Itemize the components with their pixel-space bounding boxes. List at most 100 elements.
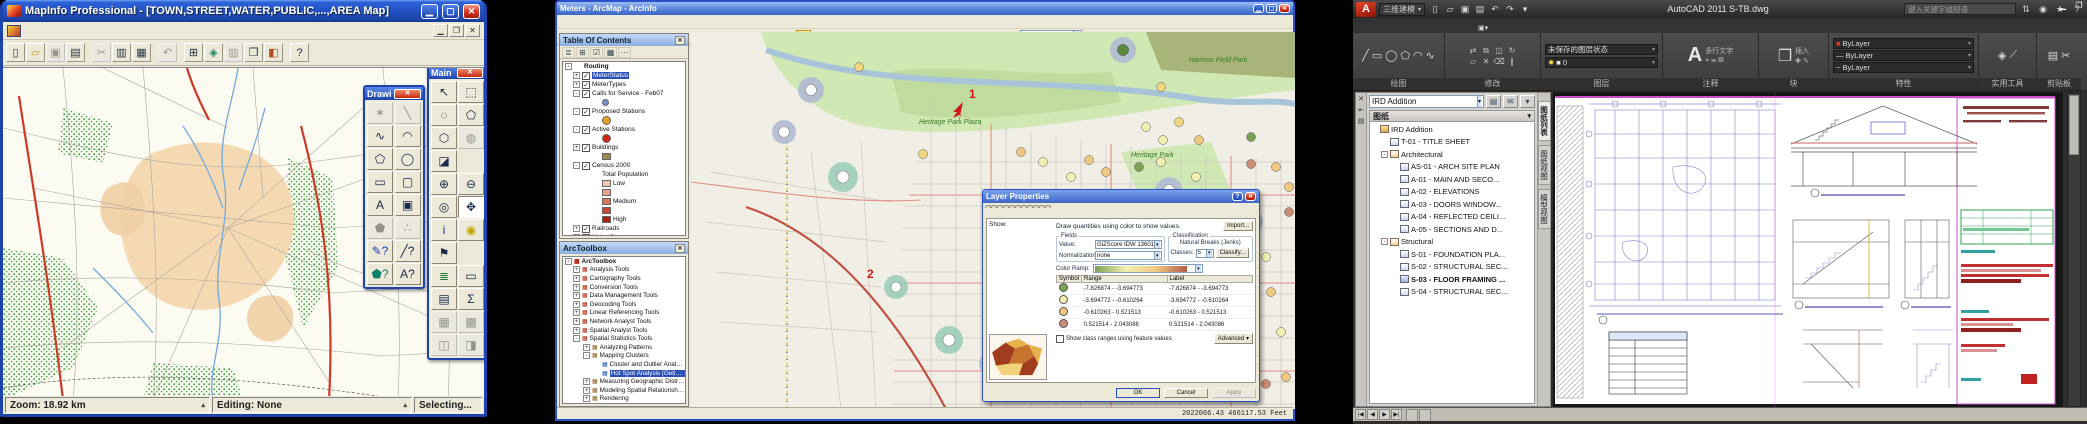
layer-combo[interactable]: ✹■0▾: [1545, 57, 1658, 68]
save-table-icon[interactable]: ▣: [46, 43, 65, 62]
os-minimize-icon[interactable]: ▁: [2057, 1, 2069, 10]
ellipse-tool[interactable]: ◯: [395, 148, 421, 170]
assign-selected-objects-button[interactable]: ▩: [458, 311, 484, 333]
toc-layer-row[interactable]: +✓MeterTypes: [563, 80, 685, 89]
drawing-area[interactable]: [1553, 92, 2063, 407]
minimize-button[interactable]: ▁: [421, 4, 438, 19]
label-tool[interactable]: ⚑: [431, 242, 457, 264]
menu-item[interactable]: [85, 30, 97, 32]
dataframe-routing[interactable]: -✓Routing: [563, 62, 685, 71]
symbol-tool[interactable]: ✶: [367, 102, 393, 124]
sheet-row[interactable]: A-05 - SECTIONS AND D...: [1371, 223, 1533, 236]
qat-dropdown-icon[interactable]: ▾: [1518, 3, 1532, 16]
symbol-style-button[interactable]: ✎?: [367, 240, 393, 262]
qat-redo-icon[interactable]: ↷: [1503, 3, 1517, 16]
list-by-visibility-icon[interactable]: ☑: [590, 47, 603, 58]
toolbox-item-row[interactable]: +▦Network Analyst Tools: [563, 317, 685, 326]
sheet-row[interactable]: A-01 - MAIN AND SECO...: [1371, 173, 1533, 186]
mtext-icon[interactable]: A: [1688, 44, 1702, 67]
toc-layer-row[interactable]: ✓: [563, 134, 685, 143]
lineweight-combo[interactable]: —ByLayer▾: [1833, 50, 1974, 61]
toolbox-item-row[interactable]: +▦Analysis Tools: [563, 266, 685, 275]
new-redistricter-icon[interactable]: ◧: [264, 43, 283, 62]
toc-layer-row[interactable]: ✓: [563, 98, 685, 107]
apply-button[interactable]: Apply: [1212, 388, 1256, 398]
drawing-toolbar-titlebar[interactable]: Drawi...✕: [365, 87, 423, 100]
maximize-button[interactable]: ▢: [442, 4, 459, 19]
boundary-select-tool[interactable]: ⬡: [431, 127, 457, 149]
symbology-row[interactable]: -0.610263 - 0.521513-0.610263 - 0.521513: [1057, 307, 1253, 319]
linetype-combo[interactable]: ┄ByLayer▾: [1833, 62, 1974, 73]
show-class-ranges-checkbox[interactable]: [1056, 335, 1064, 343]
palette-autohide-icon[interactable]: ⇤: [1358, 106, 1364, 114]
toc-layer-row[interactable]: ✓: [563, 152, 685, 161]
toolbox-item-row[interactable]: -▦Mapping Clusters: [563, 352, 685, 361]
normalization-combo[interactable]: none▾: [1095, 251, 1162, 260]
toolbox-item-row[interactable]: +▦Conversion Tools: [563, 283, 685, 292]
classes-combo[interactable]: 5▾: [1196, 249, 1214, 258]
qat-new-icon[interactable]: ▯: [1428, 3, 1442, 16]
sheetset-options-icon[interactable]: ▾: [1520, 95, 1535, 108]
mapinfo-map-area[interactable]: Drawi...✕ ✶╲∿◠⬠◯▭▢A▣⬟∴✎?╱?⬟?A? Main✕ ↖⬚◌…: [3, 67, 484, 396]
layout-tab[interactable]: [1406, 409, 1418, 421]
menu-item[interactable]: [73, 30, 85, 32]
symbology-row[interactable]: -7.826874 - -3.694773-7.826874 - -3.6947…: [1057, 283, 1253, 295]
toc-layer-row[interactable]: ✓: [563, 206, 685, 215]
marquee-select-tool[interactable]: ⬚: [458, 81, 484, 103]
clip-region-onoff-button[interactable]: ◨: [458, 334, 484, 356]
mdi-restore-button[interactable]: ❐: [449, 24, 464, 37]
toolbox-item-row[interactable]: +▦Linear Referencing Tools: [563, 309, 685, 318]
object-color-combo[interactable]: ■ByLayer▾: [1833, 38, 1974, 49]
value-combo[interactable]: GiZScore IDW 13601▾: [1095, 240, 1162, 249]
toolbox-item-row[interactable]: +▦Modeling Spatial Relationships: [563, 386, 685, 395]
toolbox-item-row[interactable]: +▦Analyzing Patterns: [563, 343, 685, 352]
change-view-tool[interactable]: ◎: [431, 196, 457, 218]
toc-layer-row[interactable]: -✓Calls for Service - Feb07: [563, 89, 685, 98]
layout-tab[interactable]: [1419, 409, 1431, 421]
arc-tool[interactable]: ◠: [395, 125, 421, 147]
layer-control-button[interactable]: ≣: [431, 265, 457, 287]
os-restore-icon[interactable]: ❐: [2073, 1, 2085, 10]
sheet-row[interactable]: A-03 - DOORS WINDOW...: [1371, 198, 1533, 211]
sheet-row[interactable]: T-01 - TITLE SHEET: [1371, 136, 1533, 149]
menu-item[interactable]: [97, 30, 109, 32]
sheet-row[interactable]: S-02 - STRUCTURAL SEC...: [1371, 261, 1533, 274]
toc-layer-row[interactable]: ✓Low: [563, 179, 685, 188]
drawing-toolbar-close-icon[interactable]: ✕: [394, 89, 421, 99]
sheet-row[interactable]: S-01 - FOUNDATION PLA...: [1371, 248, 1533, 261]
toc-header[interactable]: Table Of Contents✕: [560, 34, 688, 46]
sheetset-etransmit-icon[interactable]: ✉: [1503, 95, 1518, 108]
sheet-row[interactable]: A-02 - ELEVATIONS: [1371, 186, 1533, 199]
statistics-button[interactable]: Σ: [458, 288, 484, 310]
qat-save-icon[interactable]: ▣: [1458, 3, 1472, 16]
first-layout-icon[interactable]: |◀: [1355, 409, 1366, 420]
autocad-logo-icon[interactable]: A: [1356, 2, 1376, 17]
polygon-tool[interactable]: ⬠: [367, 148, 393, 170]
toc-layer-row[interactable]: ✓: [563, 116, 685, 125]
paste-icon[interactable]: ▦: [132, 43, 151, 62]
arctoolbox-close-icon[interactable]: ✕: [675, 244, 685, 253]
invert-selection-tool[interactable]: ◪: [431, 150, 457, 172]
sheet-row[interactable]: AS-01 - ARCH SITE PLAN: [1371, 161, 1533, 174]
ribbon-extra-icon[interactable]: ▣▾: [1471, 23, 1495, 33]
radius-select-tool[interactable]: ◌: [431, 104, 457, 126]
palette-properties-icon[interactable]: ▤: [1358, 117, 1365, 125]
model-views-tab[interactable]: 模型视图: [1538, 189, 1551, 229]
polygon-select-tool[interactable]: ⬠: [458, 104, 484, 126]
symbology-row[interactable]: 0.521514 - 2.0430860.521514 - 2.043086: [1057, 319, 1253, 331]
legend-button[interactable]: ▤: [431, 288, 457, 310]
dialog-help-button[interactable]: ?: [1232, 192, 1243, 201]
qat-open-icon[interactable]: ▱: [1443, 3, 1457, 16]
new-table-icon[interactable]: ▯: [6, 43, 25, 62]
color-ramp-combo[interactable]: ▾: [1093, 264, 1203, 273]
toc-layer-row[interactable]: +✓Buildings: [563, 143, 685, 152]
sheet-row[interactable]: -Architectural: [1371, 148, 1533, 161]
toc-layer-row[interactable]: +✓MeterStatus: [563, 71, 685, 80]
toc-layer-row[interactable]: -✓Census 2000: [563, 161, 685, 170]
cut-icon[interactable]: ✂: [92, 43, 111, 62]
dialog-close-button[interactable]: ✕: [1245, 192, 1256, 201]
sheetset-combo[interactable]: IRD Addition▾: [1369, 95, 1484, 108]
dialog-titlebar[interactable]: Layer Properties ? ✕: [983, 190, 1259, 203]
dialog-tab[interactable]: [1045, 205, 1051, 208]
communication-icon[interactable]: ◉: [2036, 3, 2050, 16]
